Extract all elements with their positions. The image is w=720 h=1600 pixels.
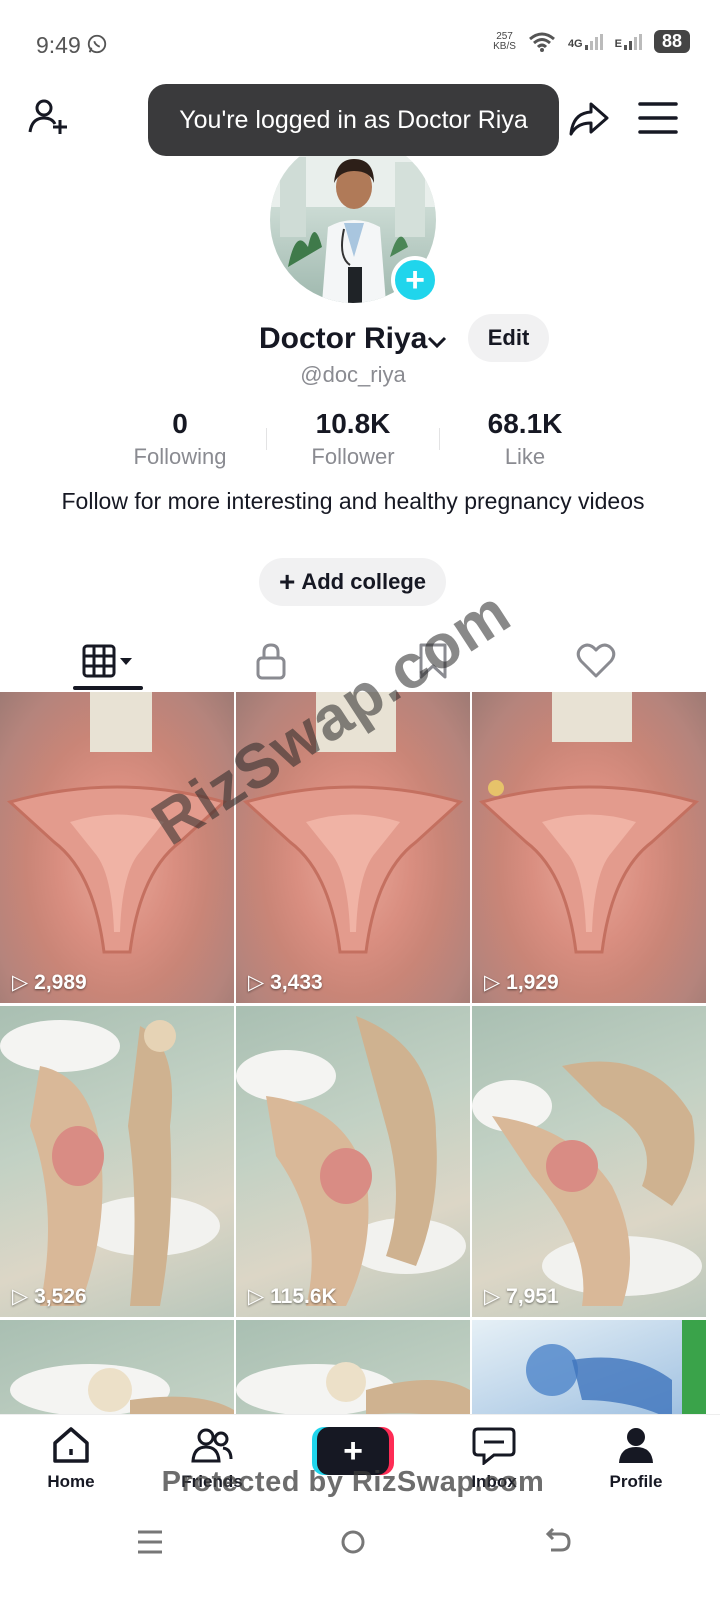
video-thumbnail[interactable] [472, 1320, 706, 1414]
following-stat[interactable]: 0 Following [100, 408, 260, 470]
signal-bars-icon [623, 33, 642, 50]
username-handle: @doc_riya [300, 362, 406, 387]
play-icon: ▷ [248, 971, 265, 994]
plus-icon: + [278, 566, 296, 597]
play-icon: ▷ [12, 971, 29, 994]
grid-icon [82, 644, 132, 678]
status-bar: 9:49 257 KB/S 4G E 88 [0, 0, 720, 90]
wifi-icon [528, 32, 555, 52]
uterus-illustration [6, 692, 228, 954]
add-college-button[interactable]: + Add college [259, 558, 446, 606]
lock-icon [256, 643, 286, 680]
recents-icon[interactable] [130, 1522, 170, 1562]
following-label: Following [133, 444, 227, 469]
add-friend-icon[interactable] [26, 96, 70, 140]
system-navigation [0, 1510, 720, 1600]
tab-private[interactable] [236, 630, 306, 692]
friends-icon [191, 1428, 233, 1463]
add-avatar-button[interactable]: + [391, 256, 439, 304]
share-icon[interactable] [567, 96, 611, 140]
likes-stat[interactable]: 68.1K Like [445, 408, 605, 470]
add-college-label: Add college [301, 569, 427, 594]
protected-watermark: Protected by RizSwap.com [161, 1466, 545, 1498]
tab-liked[interactable] [561, 630, 631, 692]
view-count: ▷ 3,433 [248, 970, 323, 995]
skeleton-sleep-illustration [10, 1364, 234, 1414]
display-name[interactable]: Doctor Riya [259, 322, 427, 356]
view-count: ▷ 3,526 [12, 1284, 87, 1309]
skeleton-sleep-illustration [236, 1362, 470, 1414]
home-icon [53, 1427, 89, 1463]
play-icon: ▷ [12, 1285, 29, 1308]
whatsapp-icon [87, 34, 107, 54]
home-circle-icon[interactable] [333, 1522, 373, 1562]
video-thumbnail[interactable]: ▷ 7,951 [472, 1006, 706, 1317]
video-thumbnail[interactable]: ▷ 1,929 [472, 692, 706, 1003]
login-toast: You're logged in as Doctor Riya [148, 84, 559, 156]
play-icon: ▷ [484, 971, 501, 994]
heart-icon [576, 643, 616, 678]
video-thumbnail[interactable]: ▷ 115.6K [236, 1006, 470, 1317]
video-thumbnail[interactable]: ▷ 3,526 [0, 1006, 234, 1317]
signal-e: E [615, 33, 642, 50]
divider [439, 428, 440, 450]
followers-label: Follower [311, 444, 395, 469]
likes-count: 68.1K [487, 408, 563, 439]
view-count: ▷ 2,989 [12, 970, 87, 995]
video-grid: ▷ 2,989 ▷ 3,433 ▷ 1,929 ▷ 3,526 ▷ 115.6K… [0, 692, 720, 1414]
pregnancy-sleep-illustration [0, 1020, 220, 1306]
xray-skeleton-illustration [526, 1320, 706, 1414]
profile-icon [619, 1428, 653, 1463]
followers-count: 10.8K [315, 408, 391, 439]
video-thumbnail[interactable]: ▷ 2,989 [0, 692, 234, 1003]
divider [266, 428, 267, 450]
battery-indicator: 88 [653, 30, 690, 53]
view-count: ▷ 1,929 [484, 970, 559, 995]
edit-profile-button[interactable]: Edit [468, 314, 549, 362]
net-speed: 257 KB/S [493, 30, 516, 52]
active-tab-indicator [73, 686, 143, 690]
signal-bars-icon [584, 33, 603, 50]
play-icon: ▷ [484, 1285, 501, 1308]
pregnancy-sleep-illustration [236, 1016, 466, 1306]
uterus-illustration [478, 692, 700, 954]
menu-icon[interactable] [636, 96, 680, 140]
view-count: ▷ 115.6K [248, 1284, 337, 1309]
likes-label: Like [504, 444, 546, 469]
back-icon[interactable] [537, 1522, 577, 1562]
status-time: 9:49 [36, 32, 81, 58]
video-thumbnail[interactable] [236, 1320, 470, 1414]
view-count: ▷ 7,951 [484, 1284, 559, 1309]
inbox-icon [472, 1427, 516, 1467]
play-icon: ▷ [248, 1285, 265, 1308]
followers-stat[interactable]: 10.8K Follower [273, 408, 433, 470]
signal-4g: 4G [568, 33, 603, 50]
profile-bio: Follow for more interesting and healthy … [61, 488, 645, 514]
video-thumbnail[interactable] [0, 1320, 234, 1414]
tab-videos[interactable] [73, 630, 143, 692]
following-count: 0 [172, 408, 188, 439]
chevron-down-icon[interactable] [425, 330, 449, 354]
pregnancy-sleep-illustration [472, 1061, 702, 1306]
